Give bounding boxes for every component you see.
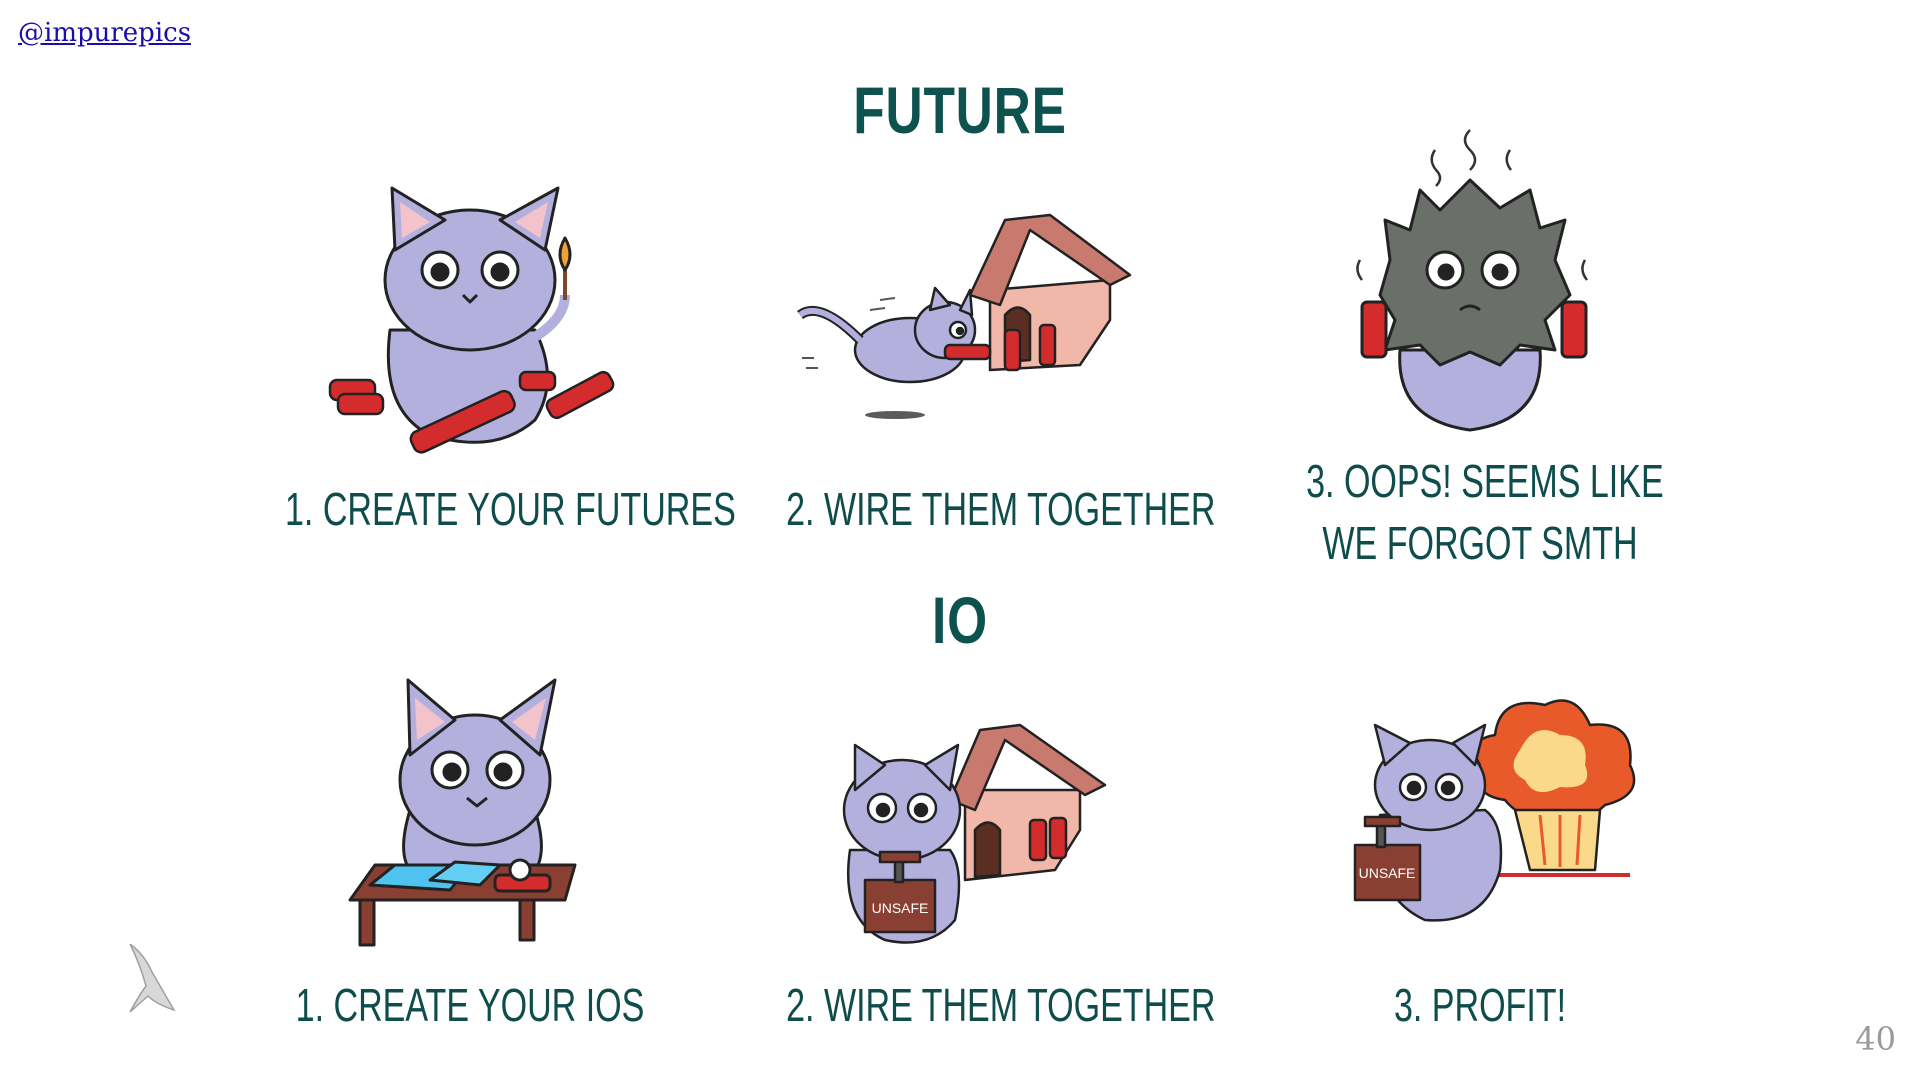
section-title-io: IO [932,583,988,657]
author-link[interactable]: @impurepics [18,18,191,48]
cat-detonator-doghouse-illustration: UNSAFE [842,723,1107,944]
cat-with-dynamite-illustration [328,186,615,454]
caption-future-step1: 1. CREATE YOUR FUTURES [285,483,736,535]
caption-future-step3-line1: 3. OOPS! SEEMS LIKE [1306,455,1664,507]
logo-icon [129,944,176,1013]
cat-at-table-illustration [348,678,577,947]
caption-io-step1: 1. CREATE YOUR IOS [295,979,645,1031]
cat-running-doghouse-illustration [797,213,1132,419]
caption-io-step3: 3. PROFIT! [1393,979,1567,1031]
page-number: 40 [1855,1020,1896,1058]
caption-io-step2: 2. WIRE THEM TOGETHER [786,979,1216,1031]
detonator-box-label-2: UNSAFE [1359,865,1416,881]
caption-future-step3-line2: WE FORGOT SMTH [1322,517,1638,569]
burnt-cat-illustration [1356,129,1589,432]
detonator-box-label: UNSAFE [872,900,929,916]
caption-future-step2: 2. WIRE THEM TOGETHER [786,483,1216,535]
cat-explosion-illustration: UNSAFE [1353,699,1636,922]
